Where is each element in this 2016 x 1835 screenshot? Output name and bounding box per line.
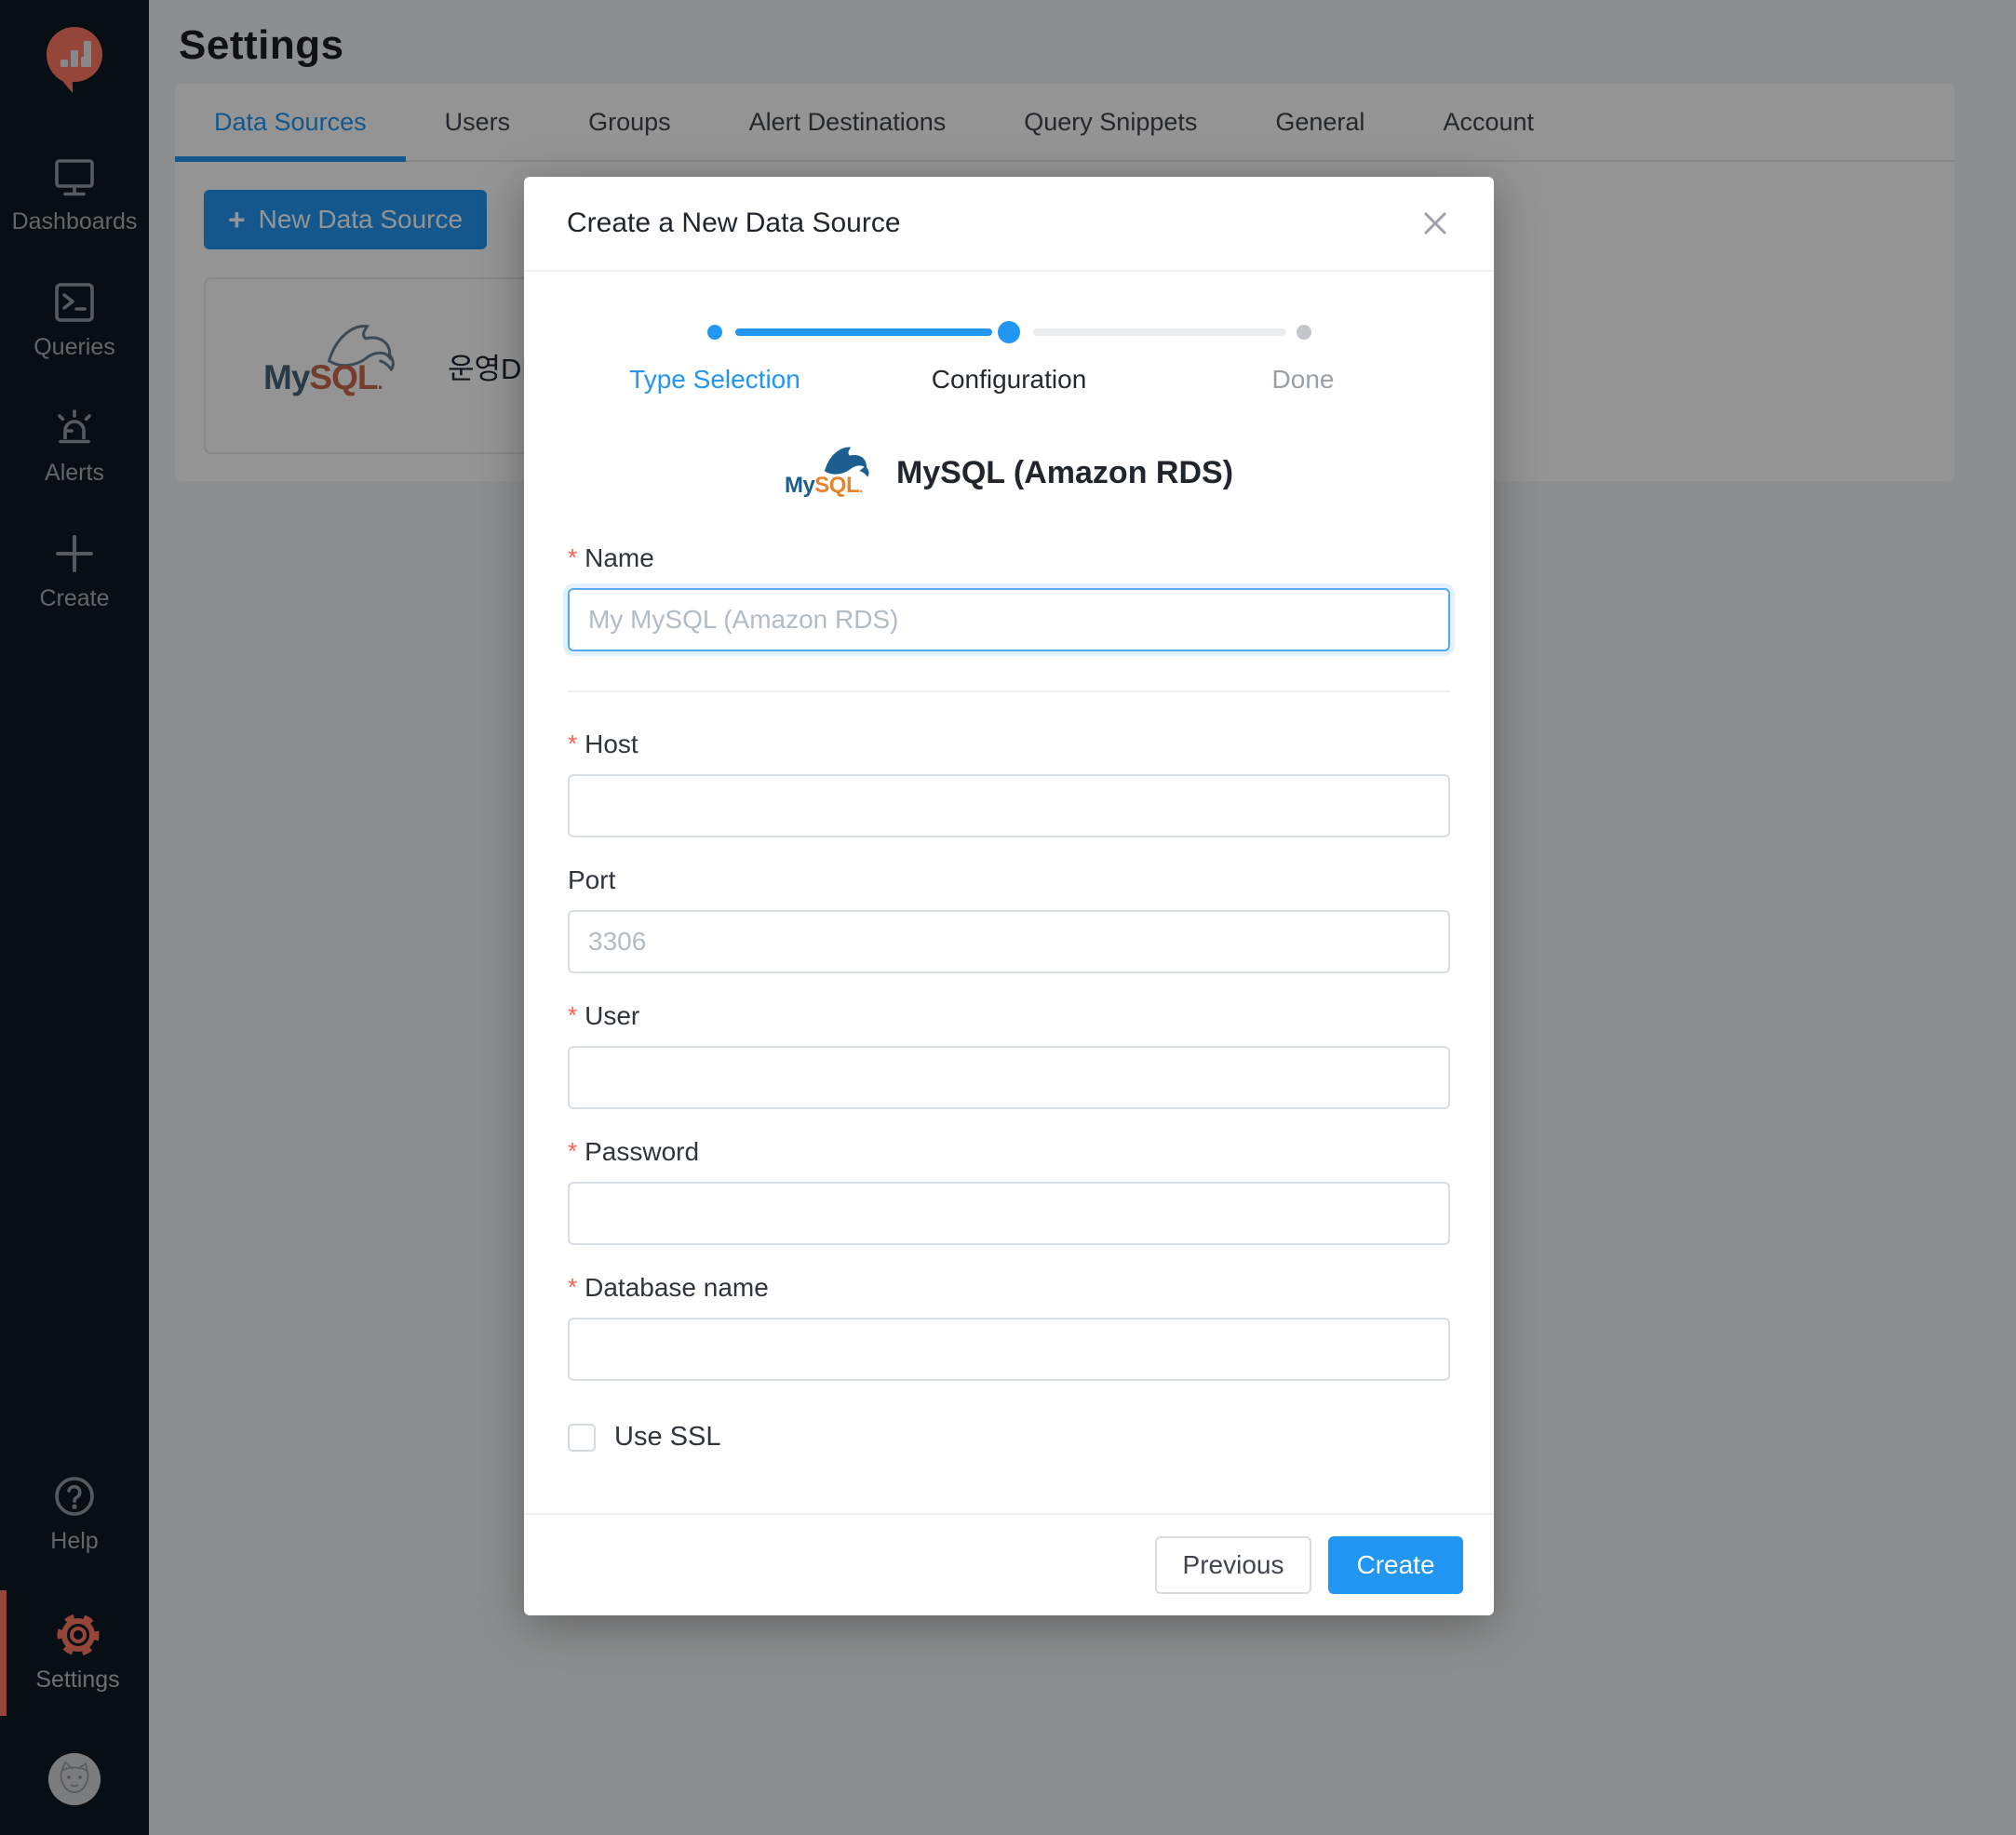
step-label-type-selection[interactable]: Type Selection — [568, 365, 862, 395]
use-ssl-option[interactable]: Use SSL — [568, 1422, 1450, 1453]
modal-footer: Previous Create — [524, 1513, 1494, 1615]
mysql-logo-small: MySQL. — [785, 445, 881, 501]
field-label: Name — [585, 543, 654, 573]
mysql-wordmark: MySQL. — [785, 473, 863, 499]
form-divider — [568, 690, 1450, 692]
field-user: * User — [568, 1001, 1450, 1109]
step-labels: Type Selection Configuration Done — [568, 365, 1450, 395]
step-connector-waiting — [1033, 328, 1286, 336]
modal-body: Type Selection Configuration Done MySQL.… — [524, 272, 1494, 1513]
close-icon[interactable] — [1419, 208, 1451, 239]
field-label: Port — [568, 865, 615, 895]
field-label: Host — [585, 730, 638, 759]
field-label: User — [585, 1001, 639, 1031]
field-port: Port — [568, 865, 1450, 973]
password-input[interactable] — [568, 1182, 1450, 1245]
configuration-form: * Name * Host Port — [568, 543, 1450, 1453]
create-data-source-modal: Create a New Data Source Type Selection … — [524, 177, 1494, 1615]
field-label: Database name — [585, 1273, 769, 1303]
modal-title: Create a New Data Source — [567, 208, 901, 239]
field-password: * Password — [568, 1137, 1450, 1245]
step-connector-done — [735, 328, 992, 336]
modal-header: Create a New Data Source — [524, 177, 1494, 272]
field-name: * Name — [568, 543, 1450, 651]
step-dot-configuration — [998, 321, 1020, 343]
required-marker: * — [568, 1275, 577, 1299]
field-label: Password — [585, 1137, 699, 1167]
create-button[interactable]: Create — [1328, 1536, 1463, 1594]
user-input[interactable] — [568, 1046, 1450, 1109]
step-label-configuration: Configuration — [862, 365, 1156, 395]
database-name-input[interactable] — [568, 1318, 1450, 1381]
step-label-done: Done — [1156, 365, 1450, 395]
field-database-name: * Database name — [568, 1273, 1450, 1381]
ssl-checkbox[interactable] — [568, 1424, 596, 1452]
data-source-type-header: MySQL. MySQL (Amazon RDS) — [568, 445, 1450, 501]
ssl-label: Use SSL — [614, 1422, 720, 1453]
field-host: * Host — [568, 730, 1450, 837]
progress-steps — [568, 320, 1450, 344]
data-source-type-title: MySQL (Amazon RDS) — [896, 455, 1233, 491]
step-dot-type-selection[interactable] — [707, 325, 722, 340]
port-input[interactable] — [568, 910, 1450, 973]
required-marker: * — [568, 731, 577, 756]
required-marker: * — [568, 545, 577, 569]
host-input[interactable] — [568, 774, 1450, 837]
step-dot-done — [1297, 325, 1311, 340]
previous-button[interactable]: Previous — [1155, 1536, 1311, 1594]
required-marker: * — [568, 1003, 577, 1027]
name-input[interactable] — [568, 588, 1450, 651]
required-marker: * — [568, 1139, 577, 1163]
